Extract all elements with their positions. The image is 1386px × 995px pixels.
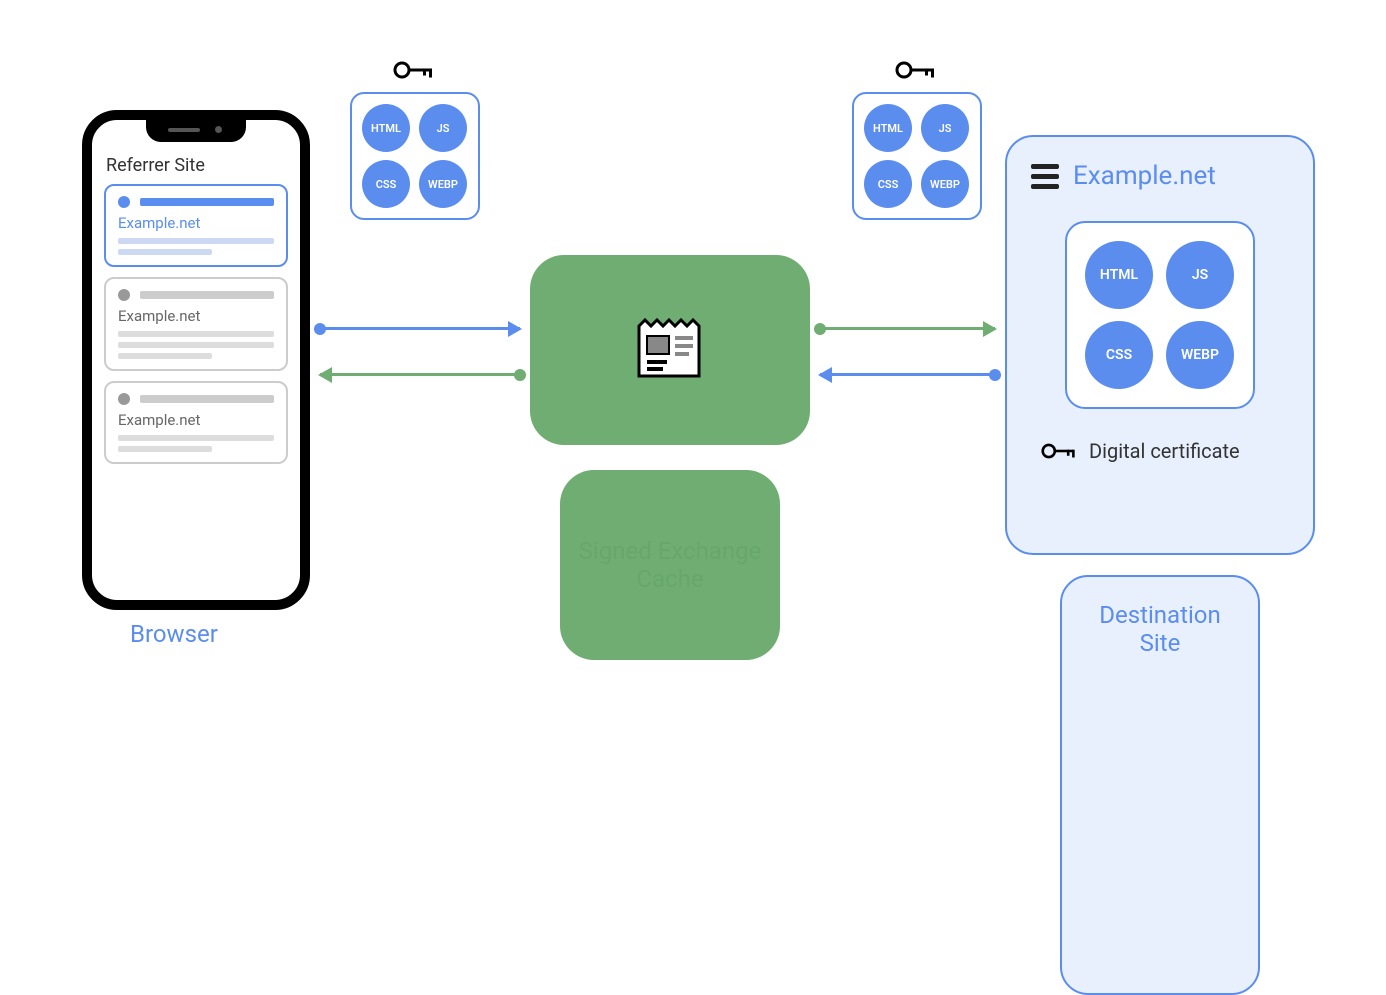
card-line — [118, 353, 212, 359]
certificate-label: Digital certificate — [1089, 439, 1240, 463]
card-sitename: Example.net — [118, 214, 274, 232]
card-dot — [118, 393, 130, 405]
asset-css: CSS — [864, 160, 912, 208]
key-icon — [393, 60, 437, 80]
newspaper-icon — [635, 318, 705, 382]
card-header — [118, 393, 274, 405]
card-titlebar — [140, 198, 274, 206]
card-lines — [118, 238, 274, 255]
card-lines — [118, 331, 274, 359]
asset-webp: WEBP — [419, 160, 467, 208]
asset-css: CSS — [362, 160, 410, 208]
card-line — [118, 238, 274, 244]
cache-label: Signed Exchange Cache — [560, 470, 780, 660]
asset-html: HTML — [864, 104, 912, 152]
menu-icon — [1031, 164, 1059, 189]
asset-webp: WEBP — [1166, 321, 1234, 389]
signed-package-1: HTML JS CSS WEBP — [350, 60, 480, 220]
card-line — [118, 342, 274, 348]
card-titlebar — [140, 291, 274, 299]
card-sitename: Example.net — [118, 411, 274, 429]
destination-label: Destination Site — [1060, 575, 1260, 995]
browser-phone: Referrer Site Example.net Example.net — [82, 110, 310, 610]
card-header — [118, 289, 274, 301]
asset-html: HTML — [1085, 241, 1153, 309]
certificate-row: Digital certificate — [1031, 439, 1289, 463]
asset-css: CSS — [1085, 321, 1153, 389]
card-line — [118, 331, 274, 337]
asset-js: JS — [419, 104, 467, 152]
dest-header: Example.net — [1031, 161, 1289, 191]
asset-js: JS — [921, 104, 969, 152]
card-dot — [118, 196, 130, 208]
dest-title: Example.net — [1073, 161, 1216, 191]
result-card-selected: Example.net — [104, 184, 288, 267]
card-lines — [118, 435, 274, 452]
arrow-cache-to-dest — [820, 327, 995, 330]
card-line — [118, 249, 212, 255]
card-line — [118, 435, 274, 441]
card-sitename: Example.net — [118, 307, 274, 325]
arrow-dest-to-cache — [820, 373, 995, 376]
card-titlebar — [140, 395, 274, 403]
asset-js: JS — [1166, 241, 1234, 309]
result-card: Example.net — [104, 277, 288, 371]
arrow-browser-to-cache — [320, 327, 520, 330]
key-icon — [1041, 442, 1079, 460]
asset-box: HTML JS CSS WEBP — [852, 92, 982, 220]
signed-exchange-cache — [530, 255, 810, 445]
dest-asset-box: HTML JS CSS WEBP — [1065, 221, 1255, 409]
signed-package-2: HTML JS CSS WEBP — [852, 60, 982, 220]
key-icon — [895, 60, 939, 80]
asset-html: HTML — [362, 104, 410, 152]
card-header — [118, 196, 274, 208]
asset-webp: WEBP — [921, 160, 969, 208]
asset-box: HTML JS CSS WEBP — [350, 92, 480, 220]
destination-site: Example.net HTML JS CSS WEBP Digital cer… — [1005, 135, 1315, 555]
card-dot — [118, 289, 130, 301]
result-card: Example.net — [104, 381, 288, 464]
browser-label: Browser — [130, 620, 218, 648]
referrer-site-title: Referrer Site — [104, 155, 288, 176]
arrow-cache-to-browser — [320, 373, 520, 376]
card-line — [118, 446, 212, 452]
phone-content: Referrer Site Example.net Example.net — [92, 120, 300, 486]
phone-notch — [146, 118, 246, 142]
